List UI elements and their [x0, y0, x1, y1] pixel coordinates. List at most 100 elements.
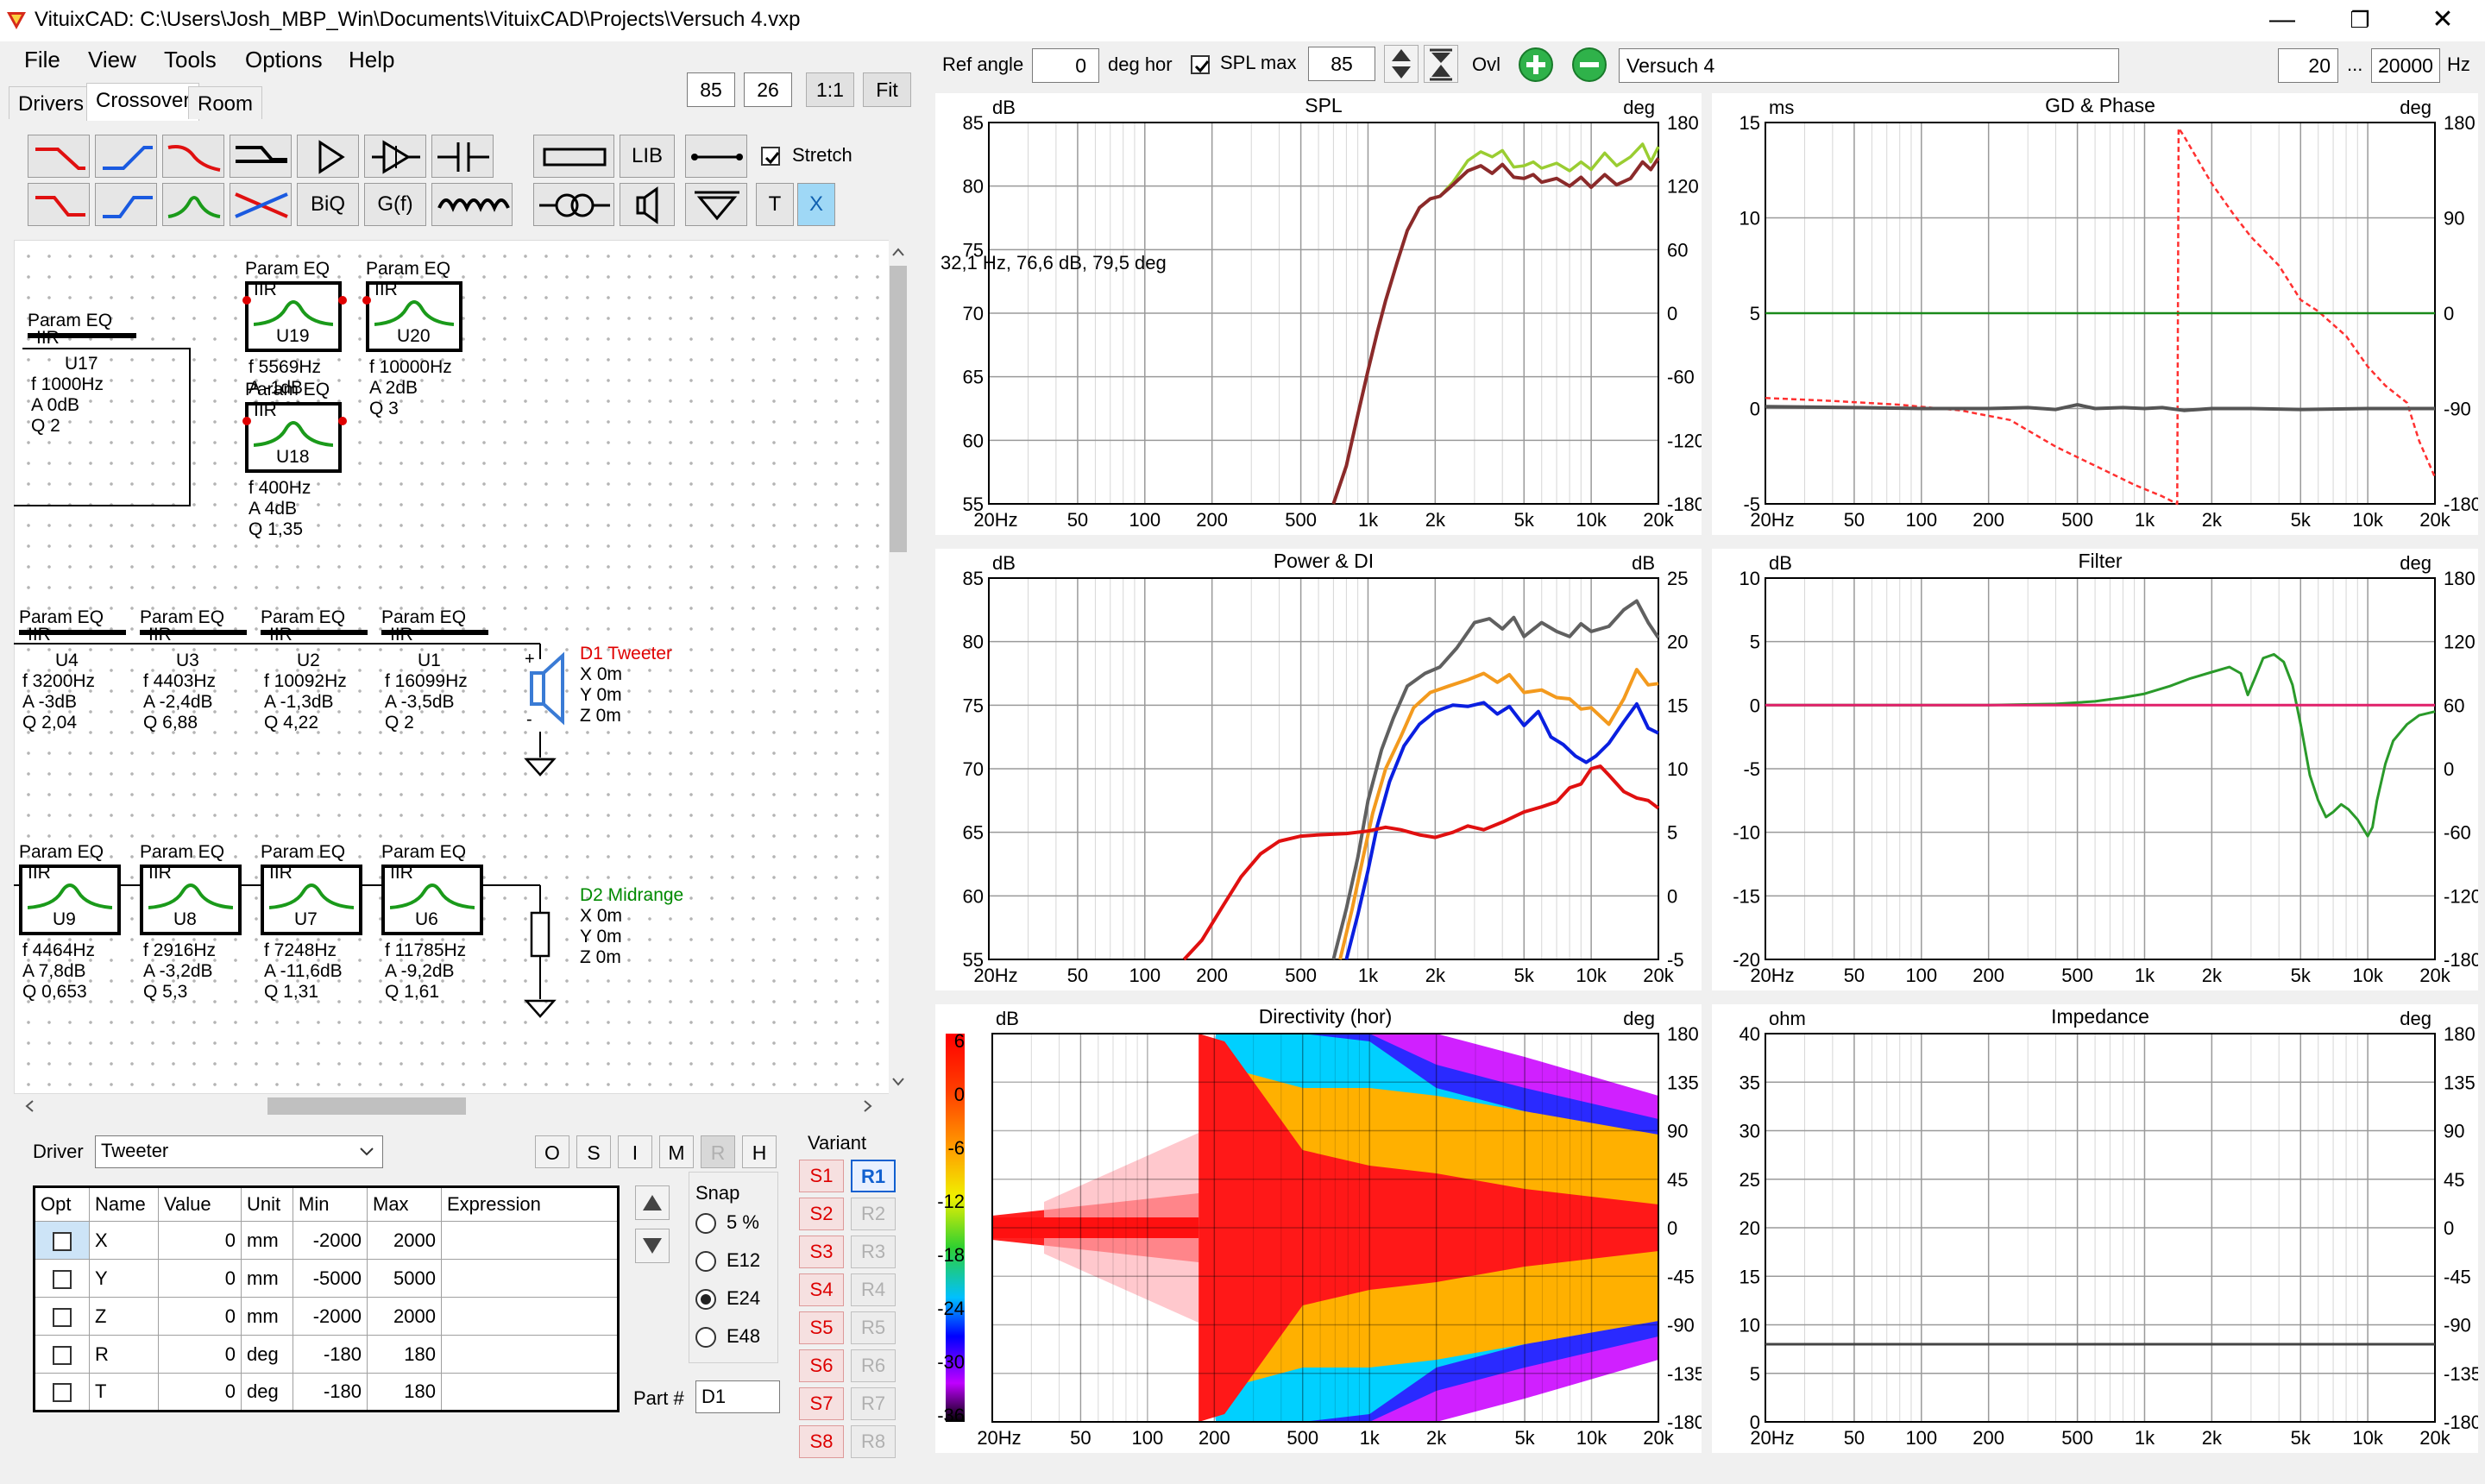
move-up-button[interactable]: [635, 1185, 670, 1220]
highpass-tool[interactable]: [95, 135, 157, 178]
grid-cell-min[interactable]: -5000: [293, 1259, 368, 1298]
biquad-button[interactable]: BiQ: [297, 183, 359, 226]
grid-cell-max[interactable]: 180: [367, 1335, 442, 1374]
spl-collapse-button[interactable]: [1424, 45, 1458, 83]
driver-m-button[interactable]: M: [659, 1135, 694, 1168]
ref-angle-input[interactable]: 0: [1032, 48, 1099, 83]
variant-r-button[interactable]: R2: [851, 1198, 896, 1230]
directivity-chart[interactable]: Directivity (hor) dB deg 20Hz 50 100 200 500 1k 2…: [935, 1004, 1702, 1453]
grid-cell-min[interactable]: -2000: [293, 1221, 368, 1260]
variant-r-button[interactable]: R1: [851, 1160, 896, 1192]
opt-checkbox[interactable]: [53, 1269, 72, 1289]
vertical-scroll-thumb[interactable]: [890, 266, 907, 552]
connection-node[interactable]: [242, 296, 251, 305]
horizontal-scroll-thumb[interactable]: [267, 1097, 466, 1115]
tweeter-name[interactable]: D1 Tweeter: [580, 644, 672, 664]
library-button[interactable]: LIB: [620, 135, 675, 178]
spl-max-checkbox[interactable]: [1191, 55, 1210, 74]
highpass2-tool[interactable]: [95, 183, 157, 226]
midrange-name[interactable]: D2 Midrange: [580, 885, 683, 906]
filter-chart[interactable]: Filter dB deg 20Hz 50 100 200 500 1k 2k 5k 10k 20k 10…: [1712, 549, 2478, 990]
transformer-tool[interactable]: [533, 183, 614, 226]
driver-i-button[interactable]: I: [618, 1135, 652, 1168]
tab-crossover[interactable]: Crossover: [86, 83, 200, 121]
scroll-left-arrow-icon[interactable]: [21, 1097, 38, 1115]
delete-tool-button[interactable]: X: [797, 183, 835, 226]
add-overlay-icon[interactable]: [1515, 47, 1557, 83]
restore-button[interactable]: ❐: [2321, 0, 2399, 40]
table-row[interactable]: X 0 mm -2000 2000: [34, 1221, 619, 1260]
grid-cell-max[interactable]: 2000: [367, 1297, 442, 1336]
close-button[interactable]: ✕: [2404, 0, 2482, 40]
opt-checkbox[interactable]: [53, 1383, 72, 1403]
snap-radio[interactable]: [695, 1289, 716, 1310]
zoom-1to1-button[interactable]: 1:1: [806, 72, 854, 107]
grid-cell-min[interactable]: -180: [293, 1373, 368, 1412]
grid-cell-max[interactable]: 2000: [367, 1221, 442, 1260]
grid-cell-value[interactable]: 0: [158, 1297, 242, 1336]
grid-cell-expr[interactable]: [441, 1297, 619, 1336]
power-di-chart[interactable]: Power & DI dB dB 20Hz 50 100 200 500 1k 2k 5k 10k 20…: [935, 549, 1702, 990]
tweeter-speaker-icon[interactable]: + -: [523, 647, 575, 733]
driver-r-button[interactable]: R: [701, 1135, 735, 1168]
variant-r-button[interactable]: R6: [851, 1349, 896, 1382]
grid-cell-max[interactable]: 5000: [367, 1259, 442, 1298]
snap-radio[interactable]: [695, 1327, 716, 1348]
zoom-fit-button[interactable]: Fit: [863, 72, 911, 107]
menu-file[interactable]: File: [24, 47, 60, 73]
variant-r-button[interactable]: R4: [851, 1273, 896, 1306]
driver-select[interactable]: Tweeter: [95, 1135, 383, 1168]
variant-s-button[interactable]: S1: [799, 1160, 844, 1192]
grid-cell-min[interactable]: -180: [293, 1335, 368, 1374]
move-down-button[interactable]: [635, 1229, 670, 1263]
table-row[interactable]: Y 0 mm -5000 5000: [34, 1259, 619, 1298]
zoom-value-b[interactable]: 26: [744, 72, 792, 107]
lowpass-tool[interactable]: [28, 135, 90, 178]
table-row[interactable]: T 0 deg -180 180: [34, 1373, 619, 1412]
spl-up-down-button[interactable]: [1384, 45, 1419, 83]
buffer-tool[interactable]: [297, 135, 359, 178]
minimize-button[interactable]: —: [2243, 0, 2321, 40]
opt-checkbox[interactable]: [53, 1231, 72, 1251]
opamp-tool[interactable]: [364, 135, 426, 178]
spl-chart[interactable]: SPL dB deg 20Hz 50 100 200 500 1k 2k 5k 10k 20k 85 80 7…: [935, 93, 1702, 535]
tab-drivers[interactable]: Drivers: [9, 86, 93, 119]
grid-cell-expr[interactable]: [441, 1335, 619, 1374]
driver-o-button[interactable]: O: [535, 1135, 569, 1168]
opt-checkbox[interactable]: [53, 1345, 72, 1365]
variant-s-button[interactable]: S6: [799, 1349, 844, 1382]
connection-node[interactable]: [338, 417, 347, 425]
peq-tool[interactable]: [162, 183, 224, 226]
grid-cell-expr[interactable]: [441, 1221, 619, 1260]
freq-max-input[interactable]: 20000: [2371, 48, 2440, 83]
connection-node[interactable]: [338, 296, 347, 305]
gf-button[interactable]: G(f): [364, 183, 426, 226]
grid-cell-value[interactable]: 0: [158, 1335, 242, 1374]
freq-min-input[interactable]: 20: [2278, 48, 2338, 83]
text-tool-button[interactable]: T: [756, 183, 794, 226]
table-row[interactable]: R 0 deg -180 180: [34, 1335, 619, 1374]
zoom-value-a[interactable]: 85: [687, 72, 735, 107]
driver-tool[interactable]: [620, 183, 675, 226]
scroll-down-arrow-icon[interactable]: [890, 1073, 907, 1091]
grid-cell-value[interactable]: 0: [158, 1221, 242, 1260]
driver-h-button[interactable]: H: [742, 1135, 777, 1168]
allpass-tool[interactable]: [230, 183, 292, 226]
variant-r-button[interactable]: R7: [851, 1387, 896, 1420]
variant-r-button[interactable]: R5: [851, 1311, 896, 1344]
variant-s-button[interactable]: S2: [799, 1198, 844, 1230]
grid-cell-opt[interactable]: [34, 1373, 90, 1412]
stretch-checkbox[interactable]: [761, 147, 780, 166]
capacitor-tool[interactable]: [431, 135, 494, 178]
grid-cell-expr[interactable]: [441, 1259, 619, 1298]
grid-cell-max[interactable]: 180: [367, 1373, 442, 1412]
driver-s-button[interactable]: S: [576, 1135, 611, 1168]
variant-r-button[interactable]: R8: [851, 1425, 896, 1458]
scroll-up-arrow-icon[interactable]: [890, 243, 907, 261]
grid-cell-value[interactable]: 0: [158, 1373, 242, 1412]
variant-s-button[interactable]: S4: [799, 1273, 844, 1306]
menu-view[interactable]: View: [88, 47, 136, 73]
scroll-right-arrow-icon[interactable]: [859, 1097, 877, 1115]
variant-s-button[interactable]: S7: [799, 1387, 844, 1420]
grid-cell-expr[interactable]: [441, 1373, 619, 1412]
